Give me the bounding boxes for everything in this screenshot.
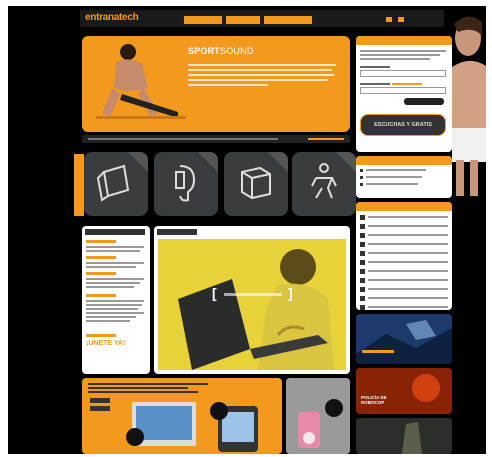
list-item[interactable] <box>360 278 448 283</box>
box-icon <box>96 152 148 202</box>
list-item[interactable] <box>360 224 448 229</box>
promo-badge <box>210 402 228 420</box>
ad-banner-2[interactable]: POLICÍA DE ROBOCOP <box>356 368 452 414</box>
list-item[interactable] <box>360 305 448 310</box>
ad-3-image <box>356 418 452 454</box>
flag-icon[interactable] <box>386 17 392 22</box>
page-frame: entranatech SPORTSOUND ¡ÚNETE YA! [] ES… <box>8 6 486 454</box>
section-tile-4[interactable] <box>292 152 356 216</box>
ad-1-image <box>356 314 452 364</box>
news-box <box>356 156 452 198</box>
forgot-password-link[interactable] <box>392 83 422 85</box>
video-player[interactable]: [ ] <box>158 239 346 370</box>
ear-icon <box>175 152 218 202</box>
music-player-image <box>286 378 350 454</box>
ad-2-image <box>356 368 452 414</box>
join-now-link[interactable]: ¡ÚNETE YA! <box>86 340 125 347</box>
email-field[interactable] <box>360 70 446 77</box>
login-box: ESCUCHAS Y GRATIS <box>356 36 452 152</box>
hero-title: SPORTSOUND <box>188 46 254 56</box>
promo-button[interactable] <box>90 398 110 403</box>
list-item[interactable] <box>360 215 448 220</box>
promo-badge <box>126 428 144 446</box>
sections-vertical-label <box>74 154 84 216</box>
news-item[interactable] <box>366 169 426 171</box>
section-tile-1[interactable] <box>84 152 148 216</box>
play-bracket-right: ] <box>288 285 293 301</box>
nav-tab-2[interactable] <box>226 16 260 24</box>
password-field[interactable] <box>360 87 446 94</box>
runner-icon <box>311 152 356 199</box>
package-icon <box>241 152 288 200</box>
events-header <box>356 202 452 211</box>
list-item[interactable] <box>360 242 448 247</box>
hero-body-text <box>188 64 338 90</box>
ad-2-title: POLICÍA DE ROBOCOP <box>361 395 387 405</box>
info-strip[interactable] <box>82 135 350 143</box>
section-tile-2[interactable] <box>154 152 218 216</box>
nav-tab-3[interactable] <box>264 16 312 24</box>
hero-title-thin: SOUND <box>220 46 254 56</box>
login-header <box>356 36 452 45</box>
list-item[interactable] <box>360 233 448 238</box>
news-header <box>356 156 452 165</box>
events-list <box>356 202 452 310</box>
info-column: ¡ÚNETE YA! <box>82 226 150 374</box>
info-column-header <box>85 229 145 235</box>
list-item[interactable] <box>360 296 448 301</box>
list-item[interactable] <box>360 287 448 292</box>
section-tile-3[interactable] <box>224 152 288 216</box>
promo-button[interactable] <box>90 406 110 411</box>
events-items <box>360 215 448 310</box>
login-button[interactable] <box>404 98 444 105</box>
nav-tab-1[interactable] <box>184 16 222 24</box>
devices-image <box>132 402 258 452</box>
news-item[interactable] <box>366 176 422 178</box>
hero-title-bold: SPORT <box>188 46 221 56</box>
play-bracket-left: [ <box>212 285 217 301</box>
ad-banner-1[interactable] <box>356 314 452 364</box>
site-logo[interactable]: entranatech <box>85 12 139 23</box>
list-item[interactable] <box>360 260 448 265</box>
list-item[interactable] <box>360 269 448 274</box>
ad-banner-3[interactable] <box>356 418 452 454</box>
news-item[interactable] <box>366 183 418 185</box>
promo-banner[interactable] <box>82 378 282 454</box>
free-listen-button[interactable]: ESCUCHAS Y GRATIS <box>360 114 446 136</box>
player-promo[interactable] <box>286 378 350 454</box>
woman-laptop-image <box>178 249 334 370</box>
play-caption[interactable] <box>224 293 282 296</box>
video-panel-header <box>157 229 197 235</box>
list-item[interactable] <box>360 251 448 256</box>
flag-icon[interactable] <box>398 17 404 22</box>
